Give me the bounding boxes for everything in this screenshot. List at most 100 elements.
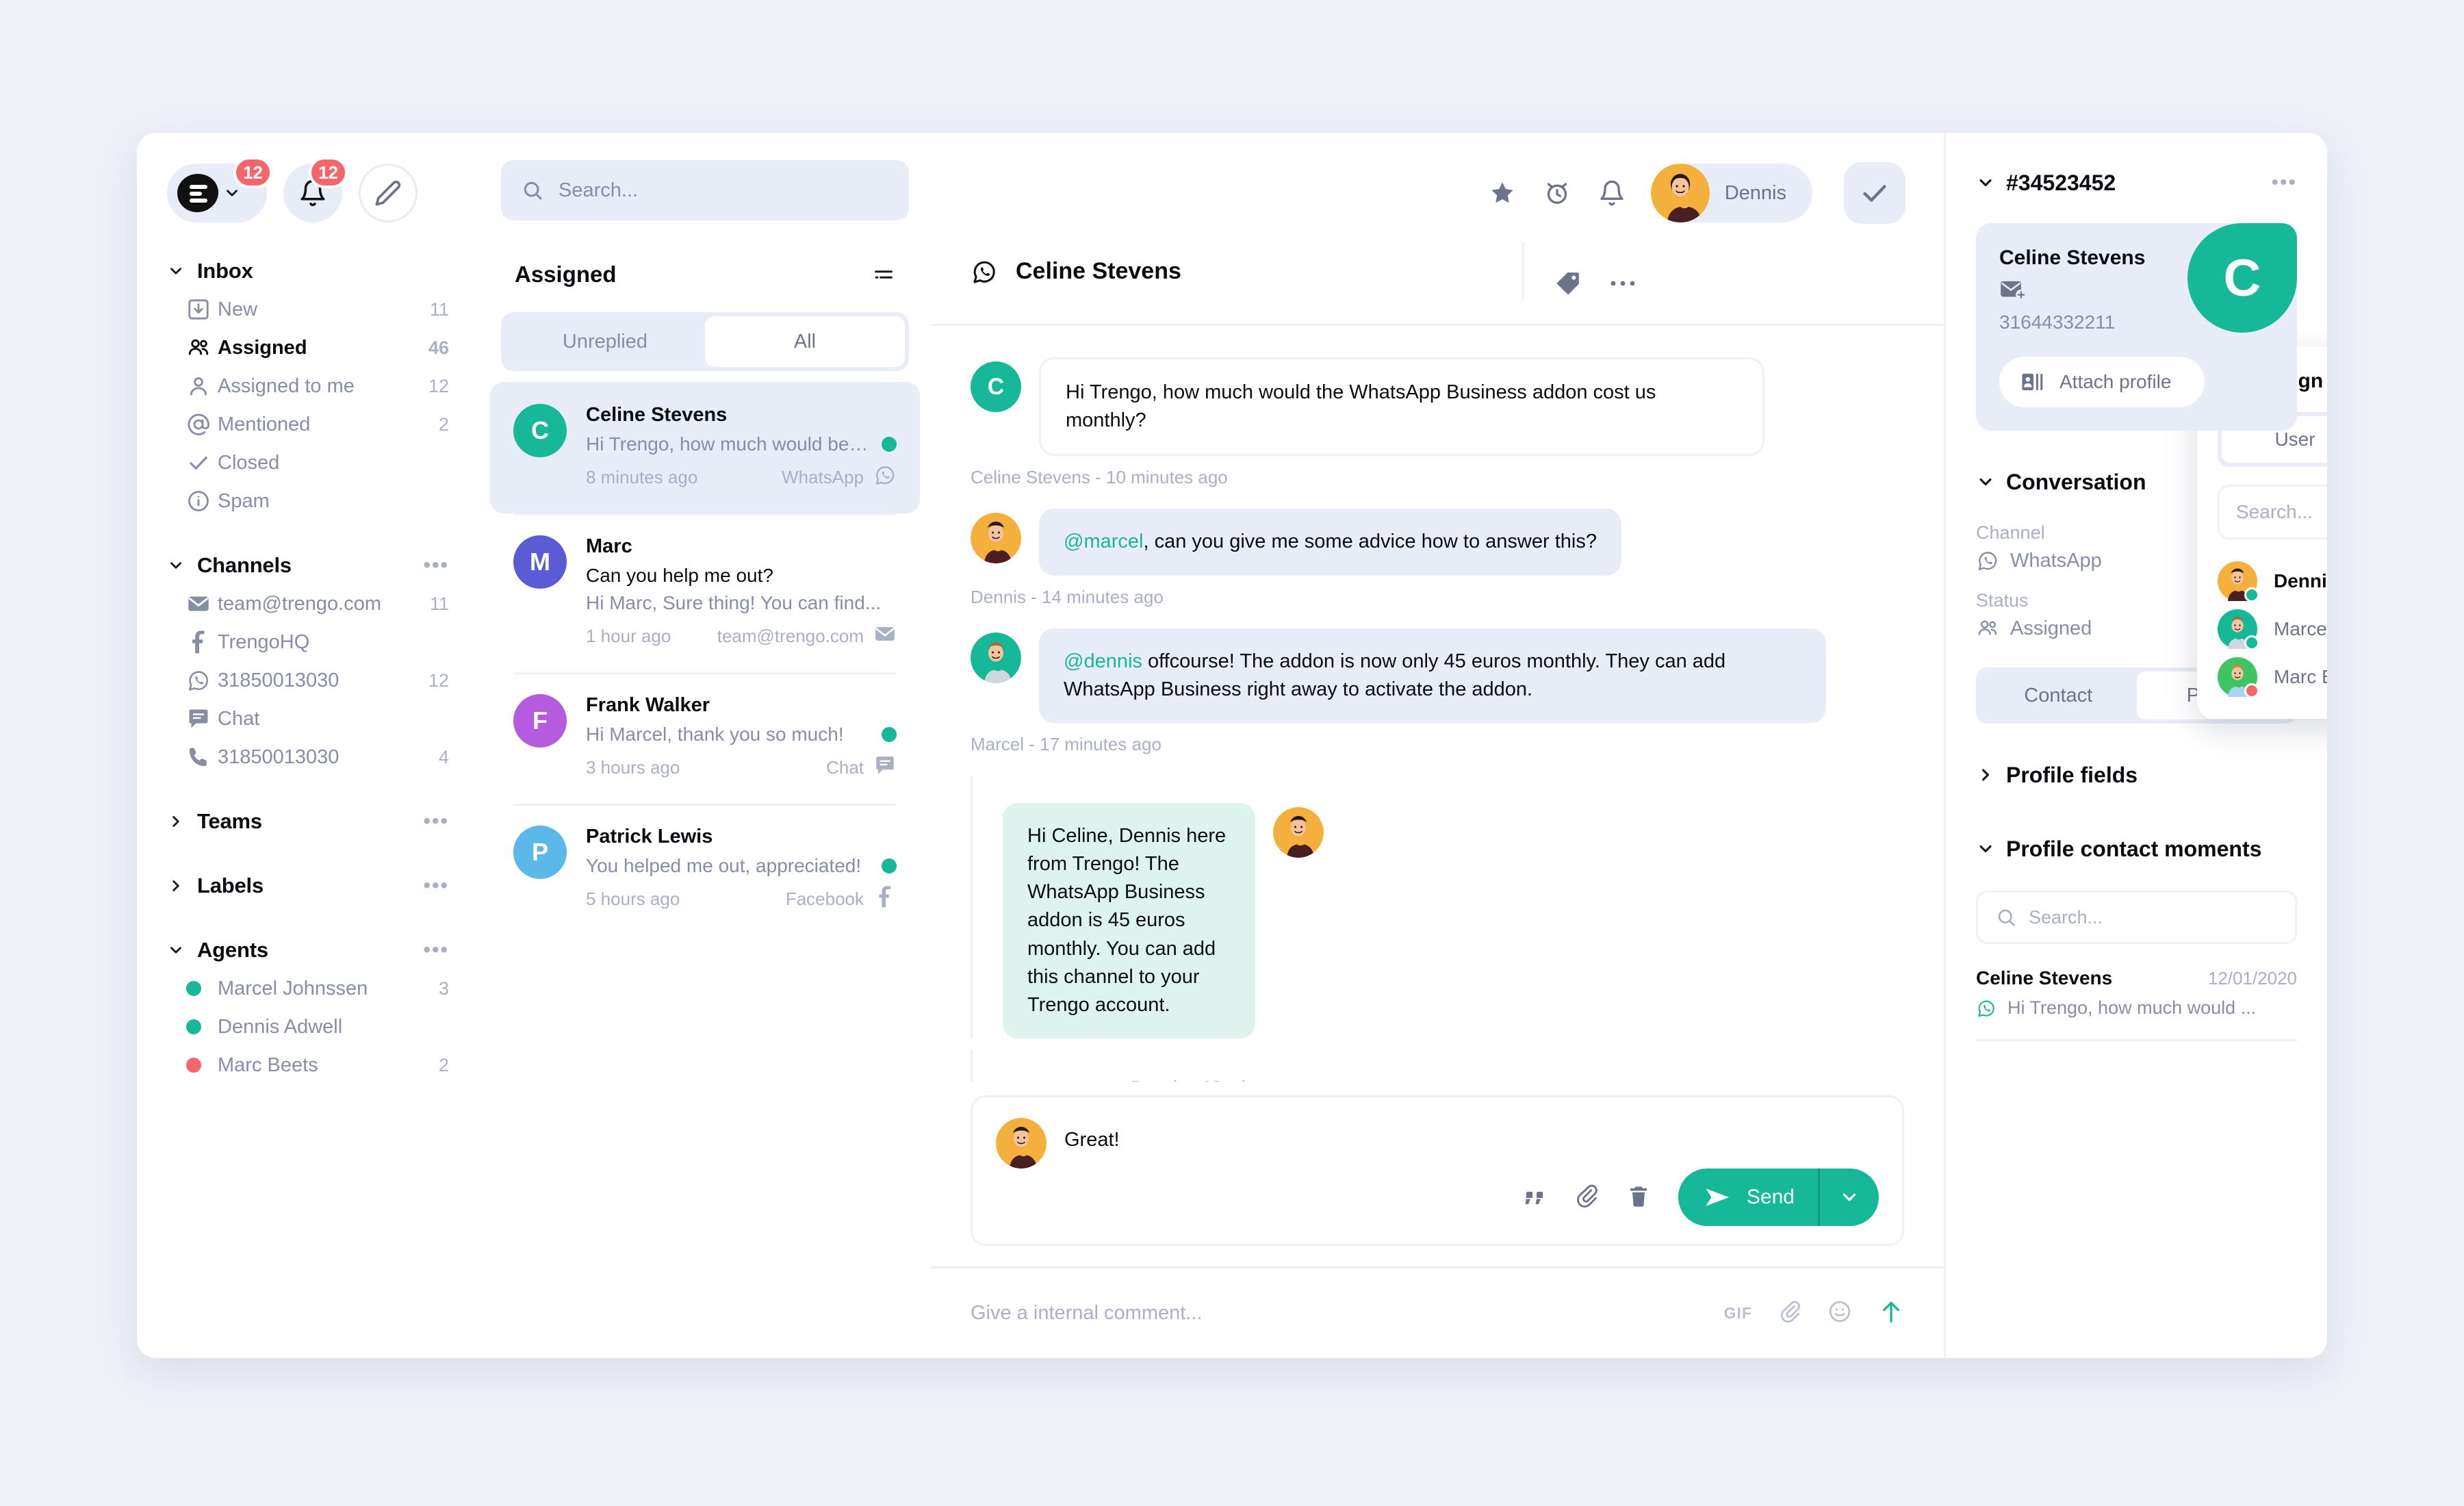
tag-button[interactable]	[1554, 270, 1582, 301]
assign-option-name: Marc Beets	[2274, 666, 2327, 687]
message-bubble: Hi Trengo, how much would the WhatsApp B…	[1039, 357, 1764, 457]
sidebar-item-team-trengo-com[interactable]: team@trengo.com 11	[137, 585, 479, 623]
send-comment-button[interactable]	[1878, 1299, 1904, 1328]
contact-moments-header[interactable]: Profile contact moments	[1976, 826, 2297, 871]
assignee-button[interactable]: Dennis	[1650, 164, 1812, 222]
sidebar-item-assigned[interactable]: Assigned 46	[137, 329, 479, 367]
list-item[interactable]: M Marc Can you help me out? Hi Marc, Sure t…	[490, 513, 920, 672]
compose-button[interactable]	[359, 164, 418, 222]
note-text: offcourse! The addon is now only 45 euro…	[1064, 650, 1726, 700]
assign-option-name: Dennis Adwell	[2274, 570, 2327, 591]
moments-search-input[interactable]: Search...	[1976, 891, 2297, 944]
nav-section-header[interactable]: Labels •••	[137, 867, 479, 905]
status-dot-busy	[186, 1058, 218, 1073]
notify-button[interactable]	[1596, 177, 1628, 209]
sidebar-item-marcel-johnssen[interactable]: Marcel Johnssen 3	[137, 969, 479, 1008]
assign-search-input[interactable]: Search...	[2218, 485, 2327, 539]
avatar	[971, 632, 1021, 683]
sidebar-item-trengohq[interactable]: TrengoHQ	[137, 623, 479, 661]
nav-section-header[interactable]: Teams •••	[137, 802, 479, 841]
nav-section-title: Agents	[197, 938, 268, 962]
contact-moment-item[interactable]: Celine Stevens 12/01/2020 Hi Trengo, how…	[1976, 967, 2297, 1041]
sidebar-item-label: 31850013030	[218, 669, 339, 691]
status-dot	[2244, 587, 2259, 602]
quote-button[interactable]	[1522, 1184, 1547, 1212]
chevron-down-icon[interactable]	[1976, 472, 1998, 492]
sidebar-item-label: New	[218, 298, 258, 320]
tab-unreplied[interactable]: Unreplied	[505, 316, 705, 367]
notifications-button[interactable]: 12	[283, 157, 348, 222]
emoji-button[interactable]	[1827, 1299, 1852, 1327]
ticket-more-button[interactable]: •••	[2271, 173, 2297, 193]
send-button[interactable]: Send	[1678, 1169, 1879, 1226]
tab-all[interactable]: All	[705, 316, 905, 367]
sidebar-item-closed[interactable]: Closed	[137, 444, 479, 482]
star-button[interactable]	[1487, 177, 1518, 209]
alarm-clock-icon	[1547, 183, 1567, 204]
assign-option-marc[interactable]: Marc Beets	[2218, 653, 2327, 701]
resolve-button[interactable]	[1844, 162, 1905, 224]
delete-button[interactable]	[1626, 1184, 1651, 1212]
nav-section-header[interactable]: Inbox	[137, 252, 479, 290]
status-dot-online	[186, 981, 218, 996]
list-item[interactable]: P Patrick Lewis You helped me out, appreci…	[490, 804, 920, 935]
attach-profile-button[interactable]: Attach profile	[1999, 357, 2205, 407]
list-item[interactable]: C Celine Stevens Hi Trengo, how much would…	[490, 382, 920, 513]
nav-section-more-button[interactable]: •••	[423, 811, 449, 832]
sidebar-item-chat[interactable]: Chat	[137, 700, 479, 738]
assignee-name: Dennis	[1724, 181, 1786, 204]
facebook-icon	[186, 630, 218, 654]
sidebar-item-new[interactable]: New 11	[137, 290, 479, 329]
assign-option-dennis[interactable]: Dennis Adwell	[2218, 557, 2327, 605]
sidebar-item-31850013030[interactable]: 31850013030 4	[137, 738, 479, 776]
nav-section-header[interactable]: Agents •••	[137, 931, 479, 969]
internal-attach-button[interactable]	[1778, 1300, 1801, 1327]
sidebar-item-marc-beets[interactable]: Marc Beets 2	[137, 1046, 479, 1084]
reply-composer[interactable]: Great! Send	[971, 1095, 1904, 1246]
internal-comment-bar: Give a internal comment... GIF	[931, 1266, 1944, 1358]
sidebar-item-spam[interactable]: Spam	[137, 482, 479, 520]
list-item-channel-label: Facebook	[785, 889, 864, 909]
sidebar-item-label: Assigned	[218, 336, 307, 359]
search-placeholder: Search...	[559, 179, 639, 201]
gif-button[interactable]: GIF	[1724, 1304, 1752, 1323]
contact-avatar: C	[2187, 223, 2297, 333]
paperclip-icon	[1780, 1301, 1800, 1323]
search-icon	[1998, 909, 2015, 926]
more-button[interactable]	[1609, 279, 1637, 292]
tab-contact[interactable]: Contact	[1980, 672, 2137, 719]
avatar	[1273, 806, 1324, 858]
snooze-button[interactable]	[1541, 177, 1573, 209]
nav-section-header[interactable]: Channels •••	[137, 546, 479, 585]
send-options-button[interactable]	[1820, 1187, 1879, 1208]
contact-moments-title: Profile contact moments	[2006, 836, 2262, 861]
workspace-switcher[interactable]: 12	[167, 157, 272, 222]
chevron-down-icon	[1843, 1193, 1856, 1201]
nav-section-more-button[interactable]: •••	[423, 940, 449, 960]
send-main[interactable]: Send	[1678, 1186, 1818, 1209]
sidebar-item-assigned-to-me[interactable]: Assigned to me 12	[137, 367, 479, 405]
avatar: C	[513, 404, 567, 457]
sidebar-item-count: 46	[428, 337, 449, 358]
internal-comment-input[interactable]: Give a internal comment...	[971, 1302, 1698, 1325]
list-item[interactable]: F Frank Walker Hi Marcel, thank you so muc…	[490, 672, 920, 804]
message-timestamp: Dennis - 18 minutes ago	[971, 1049, 1354, 1082]
chevron-down-icon[interactable]	[1976, 173, 1998, 192]
chat-icon	[186, 706, 218, 731]
composer-input[interactable]: Great!	[1064, 1118, 1120, 1151]
attach-button[interactable]	[1574, 1184, 1599, 1212]
phone-icon	[186, 745, 218, 769]
assign-option-marcel[interactable]: Marcel Johnssen	[2218, 605, 2327, 653]
sidebar-item-31850013030[interactable]: 31850013030 12	[137, 661, 479, 700]
nav-section-agents: Agents ••• Marcel Johnssen 3 Dennis Adwell Ma…	[137, 931, 479, 1084]
sidebar-item-mentioned[interactable]: Mentioned 2	[137, 405, 479, 444]
message-bubble: @dennis offcourse! The addon is now only…	[1039, 628, 1826, 723]
search-input[interactable]: Search...	[501, 160, 909, 220]
whatsapp-icon	[1978, 1000, 1994, 1017]
nav-section-more-button[interactable]: •••	[423, 876, 449, 896]
sidebar-item-dennis-adwell[interactable]: Dennis Adwell	[137, 1008, 479, 1046]
list-item-preview: You helped me out, appreciated!	[586, 855, 897, 877]
sort-button[interactable]	[872, 263, 895, 286]
profile-fields-header[interactable]: Profile fields	[1976, 752, 2297, 797]
nav-section-more-button[interactable]: •••	[423, 555, 449, 576]
